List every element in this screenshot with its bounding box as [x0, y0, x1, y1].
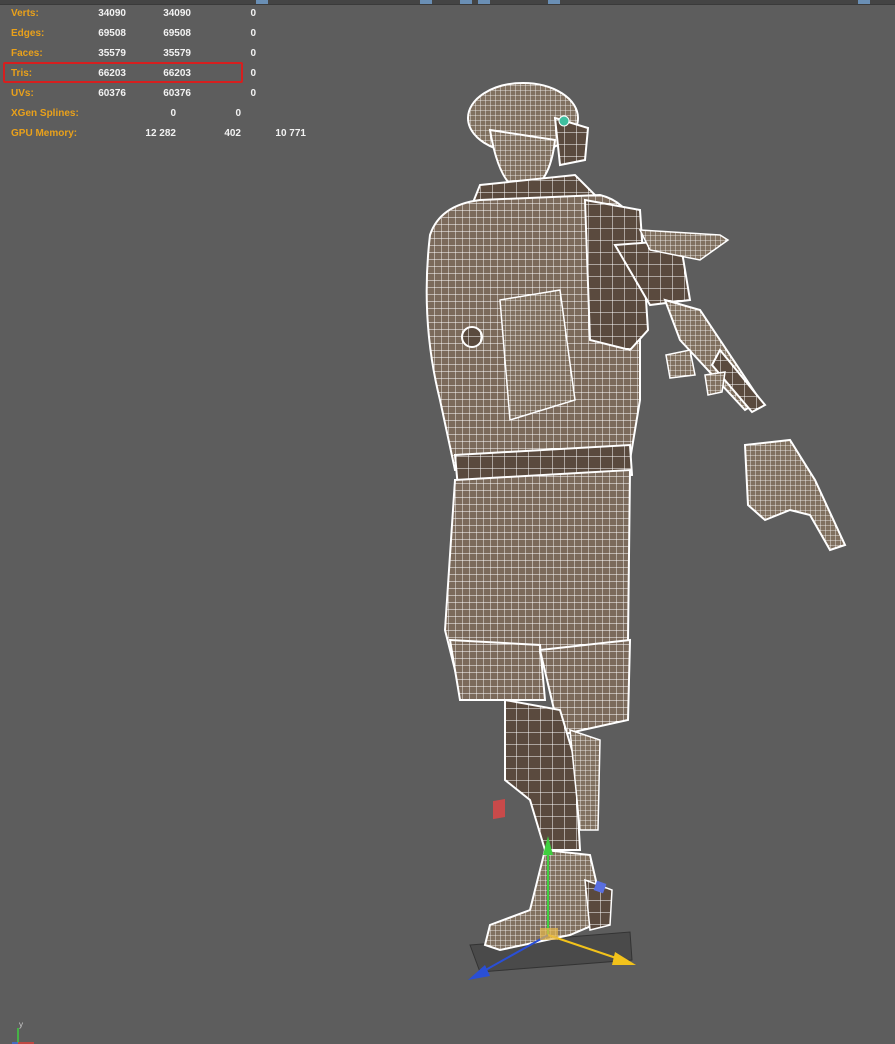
hud-value: 0 [170, 108, 176, 119]
hud-value: 34090 [163, 8, 191, 19]
hud-value: 0 [250, 8, 256, 19]
pants-cuff-left [448, 638, 547, 701]
hud-row-uvs: UVs: 60376 60376 0 [0, 84, 320, 104]
hud-label: Edges: [11, 28, 45, 39]
hud-label: XGen Splines: [11, 108, 79, 119]
hud-value: 34090 [98, 8, 126, 19]
maya-viewport[interactable]: Verts: 34090 34090 0 Edges: 69508 69508 … [0, 0, 895, 1044]
hud-row-gpu-memory: GPU Memory: 12 282 402 10 771 [0, 124, 320, 144]
character-wireframe-model[interactable] [0, 0, 895, 1044]
hud-value: 60376 [98, 88, 126, 99]
chest-emblem [461, 326, 483, 348]
hud-row-xgen-splines: XGen Splines: 0 0 [0, 104, 320, 124]
hud-label: UVs: [11, 88, 34, 99]
hud-value: 0 [250, 48, 256, 59]
view-axis-icon: y [12, 1020, 34, 1044]
hud-value: 60376 [163, 88, 191, 99]
hud-value: 0 [235, 108, 241, 119]
hud-value: 0 [250, 28, 256, 39]
hud-label: Faces: [11, 48, 43, 59]
tris-highlight-box [3, 62, 243, 83]
hud-label: GPU Memory: [11, 128, 78, 139]
helmet-light [558, 115, 570, 127]
glove [743, 438, 847, 552]
hud-value: 0 [250, 88, 256, 99]
hud-row-faces: Faces: 35579 35579 0 [0, 44, 320, 64]
hud-value: 35579 [98, 48, 126, 59]
hud-value: 35579 [163, 48, 191, 59]
arm-piece [665, 349, 696, 379]
axis-y-label: y [19, 1020, 23, 1029]
hud-label: Verts: [11, 8, 39, 19]
ear-guard [553, 116, 590, 167]
arm-piece [704, 371, 726, 396]
hud-row-edges: Edges: 69508 69508 0 [0, 24, 320, 44]
hud-value: 402 [224, 128, 241, 139]
hud-value: 69508 [163, 28, 191, 39]
hud-row-verts: Verts: 34090 34090 0 [0, 4, 320, 24]
hud-value: 12 282 [145, 128, 176, 139]
hud-value: 69508 [98, 28, 126, 39]
hud-value: 10 771 [275, 128, 306, 139]
